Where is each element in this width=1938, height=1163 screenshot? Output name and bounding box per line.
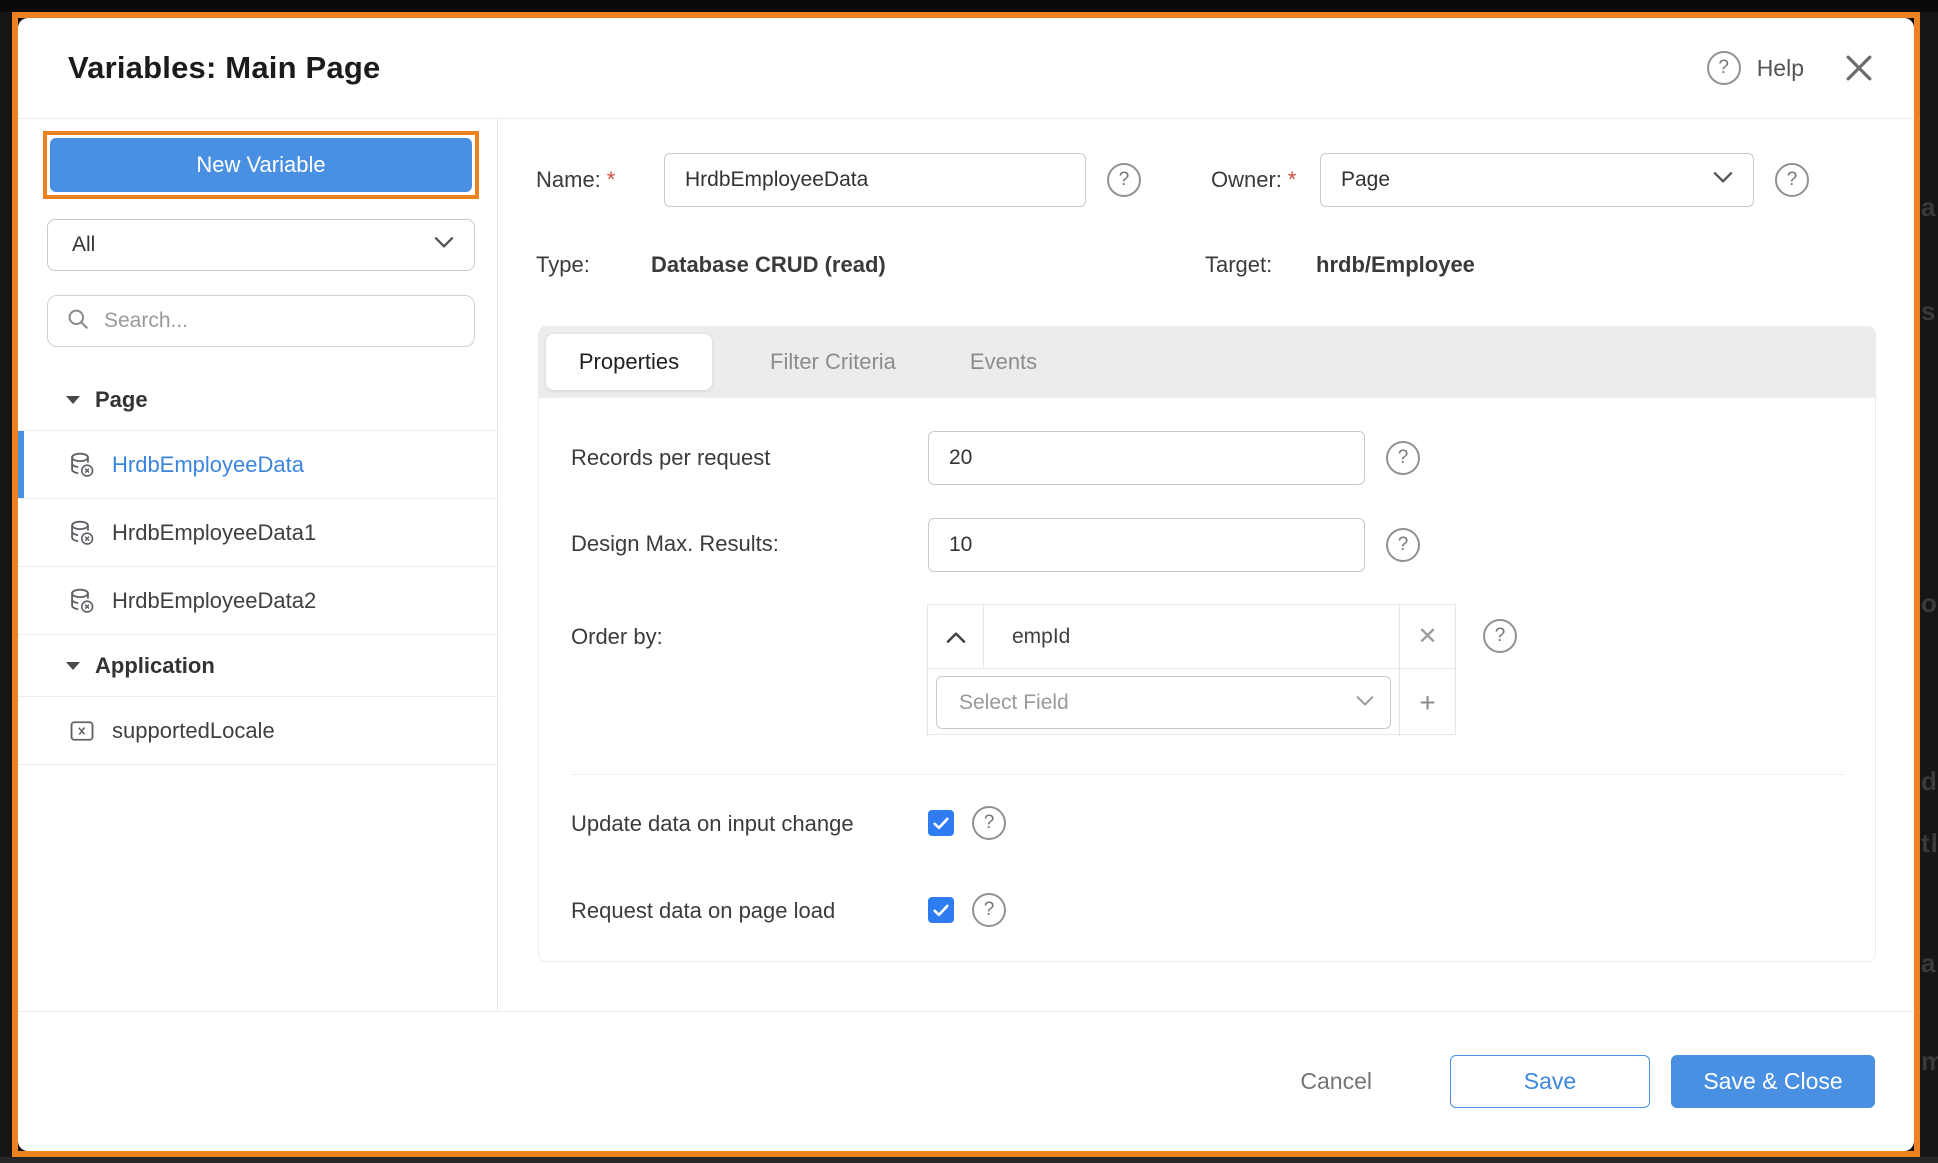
search-input[interactable] xyxy=(104,309,456,333)
name-input[interactable] xyxy=(664,153,1086,207)
tab-filter-criteria[interactable]: Filter Criteria xyxy=(770,349,896,375)
save-button[interactable]: Save xyxy=(1450,1055,1650,1108)
records-help-icon[interactable]: ? xyxy=(1386,441,1420,475)
background-bottom-strip xyxy=(0,1157,1938,1163)
database-variable-icon xyxy=(68,587,96,615)
design-max-results-label: Design Max. Results: xyxy=(571,531,779,557)
background-text-fragment: an xyxy=(1921,948,1938,979)
type-value: Database CRUD (read) xyxy=(651,252,886,278)
filter-selected-value: All xyxy=(72,233,95,257)
section-application[interactable]: Application xyxy=(18,635,497,697)
owner-label: Owner:* xyxy=(1211,167,1296,193)
variable-search xyxy=(47,295,475,347)
order-by-label: Order by: xyxy=(571,624,663,650)
tab-strip: Properties Filter Criteria Events xyxy=(538,326,1876,398)
request-on-load-label: Request data on page load xyxy=(571,898,835,924)
help-link[interactable]: Help xyxy=(1757,55,1804,82)
required-asterisk: * xyxy=(1288,167,1297,192)
section-page[interactable]: Page xyxy=(18,369,497,431)
order-by-field-value[interactable]: empId xyxy=(984,605,1400,669)
target-label: Target: xyxy=(1205,252,1272,278)
order-by-help-icon[interactable]: ? xyxy=(1483,619,1517,653)
variable-icon xyxy=(68,717,96,745)
owner-selected-value: Page xyxy=(1341,168,1390,192)
background-toolbar xyxy=(0,0,1938,12)
background-text-fragment: tle xyxy=(1921,828,1938,859)
required-asterisk: * xyxy=(607,167,616,192)
properties-tab-content: Records per request ? Design Max. Result… xyxy=(538,398,1876,962)
type-label: Type: xyxy=(536,252,590,278)
database-variable-icon xyxy=(68,451,96,479)
tab-events[interactable]: Events xyxy=(970,349,1037,375)
update-on-input-help-icon[interactable]: ? xyxy=(972,806,1006,840)
screen: arc sib or da tle an me Variables: Main … xyxy=(0,0,1938,1163)
search-icon xyxy=(66,307,90,336)
background-text-fragment: da xyxy=(1921,766,1938,797)
records-per-request-label: Records per request xyxy=(571,445,770,471)
sort-ascending-icon[interactable] xyxy=(928,605,984,669)
select-field-row: Select Field xyxy=(928,669,1400,736)
update-on-input-checkbox[interactable] xyxy=(928,810,954,836)
update-on-input-label: Update data on input change xyxy=(571,811,854,837)
variables-dialog: Variables: Main Page ? Help New Variable xyxy=(18,18,1914,1151)
request-on-load-checkbox[interactable] xyxy=(928,897,954,923)
variable-detail-panel: Name:* ? Owner:* Page ? Type: xyxy=(498,119,1914,1011)
sidebar-item-hrdbemployeedata1[interactable]: HrdbEmployeeData1 xyxy=(18,499,497,567)
dialog-title: Variables: Main Page xyxy=(68,50,380,86)
help-question-icon[interactable]: ? xyxy=(1707,51,1741,85)
variable-type-filter-select[interactable]: All xyxy=(47,219,475,271)
background-text-fragment: sib xyxy=(1921,296,1938,327)
name-help-icon[interactable]: ? xyxy=(1107,163,1141,197)
dialog-footer: Cancel Save Save & Close xyxy=(18,1011,1914,1151)
chevron-down-icon xyxy=(1356,694,1374,712)
sidebar-item-hrdbemployeedata[interactable]: HrdbEmployeeData xyxy=(18,431,497,499)
annotation-highlight-modal: Variables: Main Page ? Help New Variable xyxy=(12,12,1920,1157)
dialog-header: Variables: Main Page ? Help xyxy=(18,18,1914,118)
design-max-help-icon[interactable]: ? xyxy=(1386,528,1420,562)
design-max-results-input[interactable] xyxy=(928,518,1365,572)
collapse-triangle-icon xyxy=(66,662,80,670)
remove-order-icon[interactable]: ✕ xyxy=(1400,605,1455,669)
variable-tabs-container: Properties Filter Criteria Events Record… xyxy=(538,326,1876,962)
save-and-close-button[interactable]: Save & Close xyxy=(1671,1055,1875,1108)
select-field-placeholder: Select Field xyxy=(959,691,1069,715)
new-variable-button[interactable]: New Variable xyxy=(50,138,472,192)
select-field-dropdown[interactable]: Select Field xyxy=(936,676,1391,729)
order-by-widget: empId ✕ Select Field xyxy=(927,604,1456,735)
owner-select[interactable]: Page xyxy=(1320,153,1754,207)
close-icon[interactable] xyxy=(1844,53,1874,83)
background-text-fragment: arc xyxy=(1921,192,1938,223)
chevron-down-icon xyxy=(434,236,454,254)
sidebar-item-hrdbemployeedata2[interactable]: HrdbEmployeeData2 xyxy=(18,567,497,635)
annotation-highlight-new-variable: New Variable xyxy=(43,131,479,199)
database-variable-icon xyxy=(68,519,96,547)
background-text-fragment: or xyxy=(1921,588,1938,619)
target-value: hrdb/Employee xyxy=(1316,252,1475,278)
tab-properties[interactable]: Properties xyxy=(546,334,712,390)
cancel-button[interactable]: Cancel xyxy=(1270,1068,1402,1095)
request-on-load-help-icon[interactable]: ? xyxy=(972,893,1006,927)
variables-sidebar: New Variable All xyxy=(18,119,498,1011)
background-text-fragment: me xyxy=(1921,1046,1938,1077)
records-per-request-input[interactable] xyxy=(928,431,1365,485)
add-order-icon[interactable]: + xyxy=(1400,669,1455,736)
chevron-down-icon xyxy=(1713,171,1733,189)
name-label: Name:* xyxy=(536,167,615,193)
variables-tree: Page xyxy=(18,369,497,765)
owner-help-icon[interactable]: ? xyxy=(1775,163,1809,197)
sidebar-item-supportedlocale[interactable]: supportedLocale xyxy=(18,697,497,765)
section-divider xyxy=(571,774,1845,775)
collapse-triangle-icon xyxy=(66,396,80,404)
